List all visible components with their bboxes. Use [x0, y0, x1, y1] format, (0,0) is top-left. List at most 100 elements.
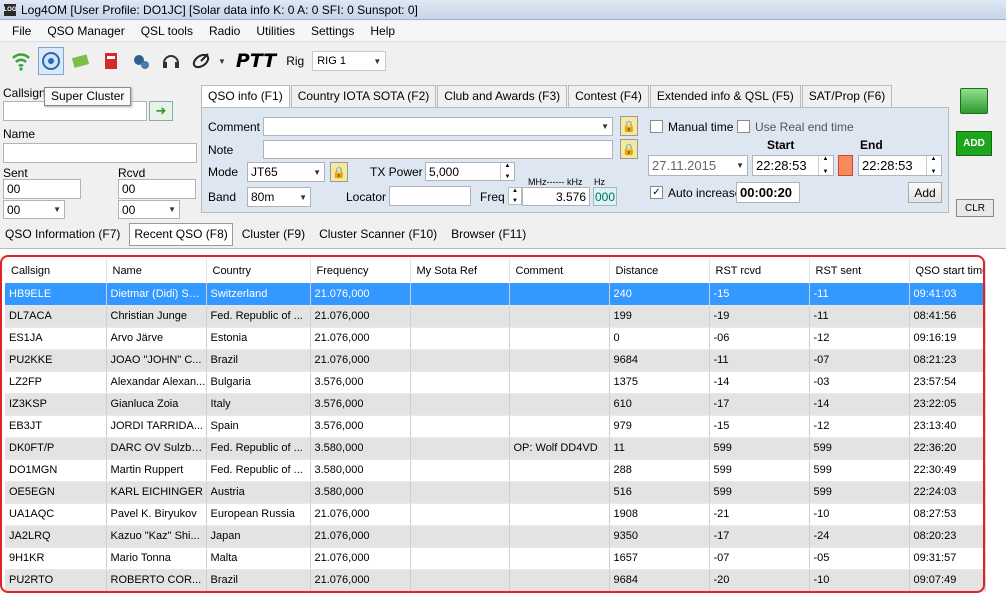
column-header-distance[interactable]: Distance	[609, 259, 710, 283]
database-save-icon[interactable]	[960, 88, 988, 114]
tab-browser[interactable]: Browser (F11)	[446, 223, 531, 246]
qso-date-picker[interactable]: 27.11.2015 ▼	[648, 155, 748, 176]
table-cell	[410, 371, 510, 394]
column-header-name[interactable]: Name	[106, 259, 207, 283]
rcvd-extra-select[interactable]: 00 ▼	[118, 200, 180, 219]
table-row[interactable]: DK0FT/P DARC OV Sulzba... Fed. Republic of…	[5, 437, 986, 460]
rst-sent-input[interactable]: 00	[3, 179, 81, 199]
cluster-signal-icon[interactable]	[8, 47, 34, 75]
column-header-rst-rcvd[interactable]: RST rcvd	[709, 259, 810, 283]
title-bar: LOG Log4OM [User Profile: DO1JC] [Solar …	[0, 0, 1006, 20]
tab-club-awards[interactable]: Club and Awards (F3)	[437, 85, 568, 107]
rig-select-value: RIG 1	[317, 55, 346, 67]
freq-input[interactable]: 3.576	[522, 187, 590, 206]
tab-country-iota-sota[interactable]: Country IOTA SOTA (F2)	[290, 85, 437, 107]
freq-stepper[interactable]: ▲ ▼	[508, 187, 522, 205]
ptt-button[interactable]: PTT	[236, 50, 276, 72]
menu-settings[interactable]: Settings	[303, 21, 362, 42]
menu-qso-manager[interactable]: QSO Manager	[39, 21, 132, 42]
tab-contest[interactable]: Contest (F4)	[568, 85, 649, 107]
add-qso-button[interactable]: Add	[908, 182, 942, 203]
rig-select[interactable]: RIG 1 ▼	[312, 51, 387, 71]
tab-recent-qso[interactable]: Recent QSO (F8)	[129, 223, 233, 246]
tab-cluster-scanner[interactable]: Cluster Scanner (F10)	[314, 223, 442, 246]
name-input[interactable]	[3, 143, 197, 163]
table-row[interactable]: ES1JA Arvo Järve Estonia 21.076,000 0 -06 -12 0…	[5, 327, 986, 350]
add-button[interactable]: ADD	[956, 131, 992, 156]
menu-qsl-tools[interactable]: QSL tools	[133, 21, 201, 42]
start-time-stepper[interactable]: ▲ ▼	[818, 156, 832, 175]
table-cell: PU2KKE	[5, 349, 107, 372]
time-sync-button[interactable]	[838, 155, 853, 176]
freq-hz-label: Hz	[594, 177, 605, 187]
dish-dropdown-arrow-icon[interactable]: ▼	[218, 57, 226, 66]
settings-gears-icon[interactable]	[128, 47, 154, 75]
comment-lock-icon[interactable]: 🔒	[620, 116, 638, 136]
note-input[interactable]	[263, 140, 613, 159]
mode-lock-icon[interactable]: 🔒	[330, 162, 348, 182]
table-cell: -12	[809, 327, 910, 350]
table-cell	[509, 415, 610, 438]
table-row[interactable]: PU2KKE JOAO "JOHN" C... Brazil 21.076,000 96…	[5, 349, 986, 372]
duration-input[interactable]: 00:00:20	[736, 182, 800, 203]
clear-button[interactable]: CLR	[956, 199, 994, 217]
super-cluster-icon[interactable]	[38, 47, 64, 75]
table-row[interactable]: OE5EGN KARL EICHINGER Austria 3.580,000 516 5…	[5, 481, 986, 504]
table-row[interactable]: 9H1KR Mario Tonna Malta 21.076,000 1657 -07 -0…	[5, 547, 986, 570]
menu-utilities[interactable]: Utilities	[248, 21, 303, 42]
column-header-country[interactable]: Country	[206, 259, 311, 283]
table-cell: Bulgaria	[206, 371, 311, 394]
tab-qso-info[interactable]: QSO info (F1)	[201, 85, 290, 108]
table-row[interactable]: PU2RTO ROBERTO COR... Brazil 21.076,000 9684…	[5, 569, 986, 592]
note-lock-icon[interactable]: 🔒	[620, 139, 638, 159]
table-cell: 22:36:20	[909, 437, 986, 460]
mailbox-icon[interactable]	[98, 47, 124, 75]
table-cell: -21	[709, 503, 810, 526]
tab-qso-information[interactable]: QSO Information (F7)	[0, 223, 125, 246]
table-row[interactable]: DO1MGN Martin Ruppert Fed. Republic of ...…	[5, 459, 986, 482]
column-header-comment[interactable]: Comment	[509, 259, 610, 283]
table-row[interactable]: JA2LRQ Kazuo "Kaz" Shi... Japan 21.076,000 9…	[5, 525, 986, 548]
freq-hz-input[interactable]: 000	[593, 187, 617, 206]
table-row[interactable]: LZ2FP Alexandar Alexan... Bulgaria 3.576,00…	[5, 371, 986, 394]
table-cell: Mario Tonna	[106, 547, 207, 570]
use-real-end-checkbox[interactable]	[737, 120, 750, 133]
qsl-cards-icon[interactable]	[68, 47, 94, 75]
tab-sat-prop[interactable]: SAT/Prop (F6)	[801, 85, 893, 107]
table-cell: KARL EICHINGER	[106, 481, 207, 504]
column-header-my-sota-ref[interactable]: My Sota Ref	[410, 259, 510, 283]
menu-help[interactable]: Help	[362, 21, 403, 42]
table-cell: 9684	[609, 349, 710, 372]
table-row[interactable]: DL7ACA Christian Junge Fed. Republic of ..…	[5, 305, 986, 328]
table-cell: 09:07:49	[909, 569, 986, 592]
band-select[interactable]: 80m ▼	[247, 187, 311, 207]
recent-qso-grid: Callsign Name Country Frequency My Sota …	[0, 248, 1006, 596]
auto-increase-checkbox[interactable]: ✓	[650, 186, 663, 199]
comment-input[interactable]: ▼	[263, 117, 613, 136]
end-time-stepper[interactable]: ▲ ▼	[926, 156, 940, 175]
table-cell: 9684	[609, 569, 710, 592]
lookup-refresh-button[interactable]: ➜	[149, 101, 173, 121]
locator-input[interactable]	[389, 186, 471, 206]
column-header-qso-start-time[interactable]: QSO start time	[909, 259, 986, 283]
mode-select[interactable]: JT65 ▼	[247, 162, 325, 182]
rst-rcvd-input[interactable]: 00	[118, 179, 196, 199]
headset-icon[interactable]	[158, 47, 184, 75]
mode-label: Mode	[208, 165, 239, 179]
column-header-frequency[interactable]: Frequency	[310, 259, 411, 283]
menu-radio[interactable]: Radio	[201, 21, 248, 42]
tx-power-stepper[interactable]: ▲ ▼	[500, 163, 514, 180]
menu-file[interactable]: File	[4, 21, 39, 42]
satellite-dish-icon[interactable]	[188, 47, 214, 75]
tab-cluster[interactable]: Cluster (F9)	[237, 223, 310, 246]
tab-extended-info-qsl[interactable]: Extended info & QSL (F5)	[649, 85, 801, 107]
sent-extra-select[interactable]: 00 ▼	[3, 200, 65, 219]
table-row[interactable]: UA1AQC Pavel K. Biryukov European Russia 21…	[5, 503, 986, 526]
column-header-callsign[interactable]: Callsign	[5, 259, 107, 283]
column-header-rst-sent[interactable]: RST sent	[809, 259, 910, 283]
table-row[interactable]: IZ3KSP Gianluca Zoia Italy 3.576,000 610 -17-…	[5, 393, 986, 416]
manual-time-checkbox[interactable]	[650, 120, 663, 133]
table-row[interactable]: EB3JT JORDI TARRIDA... Spain 3.576,000 979 -1…	[5, 415, 986, 438]
table-cell	[410, 305, 510, 328]
table-row[interactable]: HB9ELE Dietmar (Didi) Seiss Switzerland 21.…	[5, 283, 986, 306]
